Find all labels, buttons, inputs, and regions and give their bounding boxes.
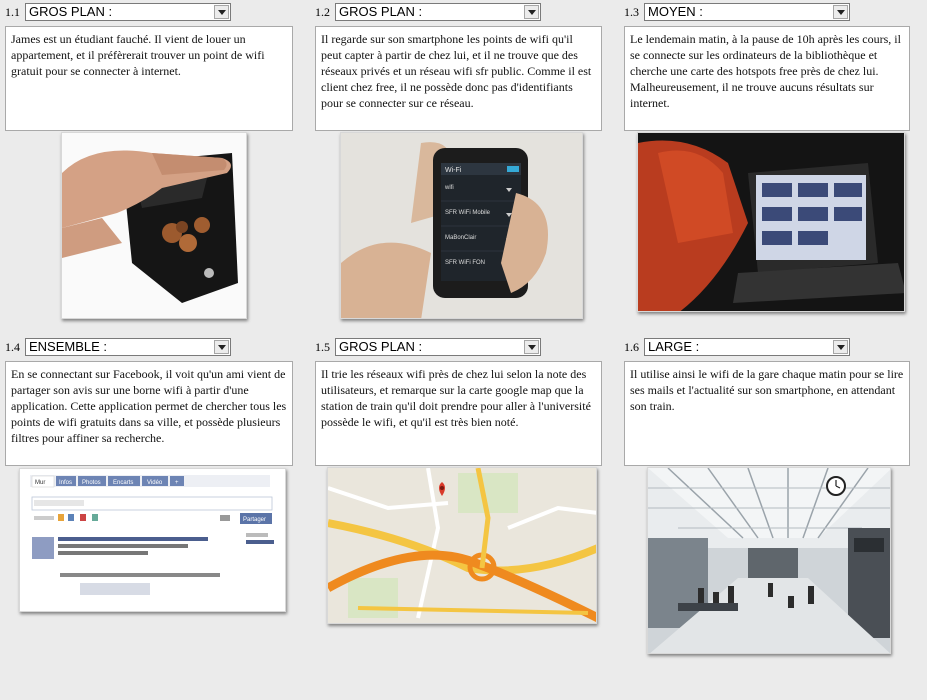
panel-number: 1.3: [624, 4, 639, 19]
shot-type-select[interactable]: MOYEN :: [644, 3, 850, 21]
panel-header: 1.6 LARGE :: [624, 337, 850, 357]
tab-infos[interactable]: Infos: [59, 480, 72, 486]
share-button[interactable]: Partager: [243, 517, 266, 523]
chevron-down-icon[interactable]: [524, 340, 539, 354]
network-item[interactable]: MaBonClair: [445, 235, 476, 241]
tab-encarts[interactable]: Encarts: [113, 480, 133, 486]
shot-type-select[interactable]: GROS PLAN :: [335, 338, 541, 356]
panel-description: Il trie les réseaux wifi près de chez lu…: [315, 361, 602, 466]
shot-type-select[interactable]: GROS PLAN :: [335, 3, 541, 21]
shot-type-value: ENSEMBLE :: [29, 339, 108, 354]
panel-image-library: [637, 132, 905, 312]
tab-add[interactable]: +: [175, 480, 179, 486]
panel-header: 1.1 GROS PLAN :: [5, 2, 231, 22]
panel-image-phone: Wi-Fi wifi SFR WiFi Mobile MaBonClair SF…: [340, 132, 583, 319]
panel-number: 1.2: [315, 4, 330, 19]
shot-type-value: MOYEN :: [648, 4, 703, 19]
chevron-down-icon[interactable]: [524, 5, 539, 19]
shot-type-value: GROS PLAN :: [339, 4, 423, 19]
panel-image-station: [647, 467, 891, 654]
tab-video[interactable]: Vidéo: [147, 480, 163, 486]
shot-type-select[interactable]: LARGE :: [644, 338, 850, 356]
panel-image-wallet: [61, 132, 247, 319]
network-item[interactable]: wifi: [444, 185, 454, 191]
tab-mur[interactable]: Mur: [35, 480, 45, 486]
panel-header: 1.2 GROS PLAN :: [315, 2, 541, 22]
wifi-title: Wi-Fi: [445, 167, 462, 174]
chevron-down-icon[interactable]: [833, 5, 848, 19]
network-item[interactable]: SFR WiFi Mobile: [445, 210, 491, 216]
panel-image-facebook: Mur Infos Photos Encarts Vidéo + Partage…: [19, 468, 286, 612]
shot-type-select[interactable]: GROS PLAN :: [25, 3, 231, 21]
tab-photos[interactable]: Photos: [82, 480, 101, 486]
panel-description: Il regarde sur son smartphone les points…: [315, 26, 602, 131]
panel-description: James est un étudiant fauché. Il vient d…: [5, 26, 293, 131]
shot-type-value: GROS PLAN :: [339, 339, 423, 354]
shot-type-select[interactable]: ENSEMBLE :: [25, 338, 231, 356]
shot-type-value: GROS PLAN :: [29, 4, 113, 19]
chevron-down-icon[interactable]: [214, 340, 229, 354]
network-item[interactable]: SFR WiFi FON: [445, 260, 485, 266]
panel-description: En se connectant sur Facebook, il voit q…: [5, 361, 293, 466]
panel-header: 1.5 GROS PLAN :: [315, 337, 541, 357]
panel-number: 1.1: [5, 4, 20, 19]
panel-number: 1.6: [624, 339, 639, 354]
panel-description: Le lendemain matin, à la pause de 10h ap…: [624, 26, 910, 131]
panel-header: 1.4 ENSEMBLE :: [5, 337, 231, 357]
panel-number: 1.4: [5, 339, 20, 354]
panel-image-map: [327, 467, 597, 624]
panel-description: Il utilise ainsi le wifi de la gare chaq…: [624, 361, 910, 466]
chevron-down-icon[interactable]: [833, 340, 848, 354]
shot-type-value: LARGE :: [648, 339, 700, 354]
panel-number: 1.5: [315, 339, 330, 354]
chevron-down-icon[interactable]: [214, 5, 229, 19]
panel-header: 1.3 MOYEN :: [624, 2, 850, 22]
